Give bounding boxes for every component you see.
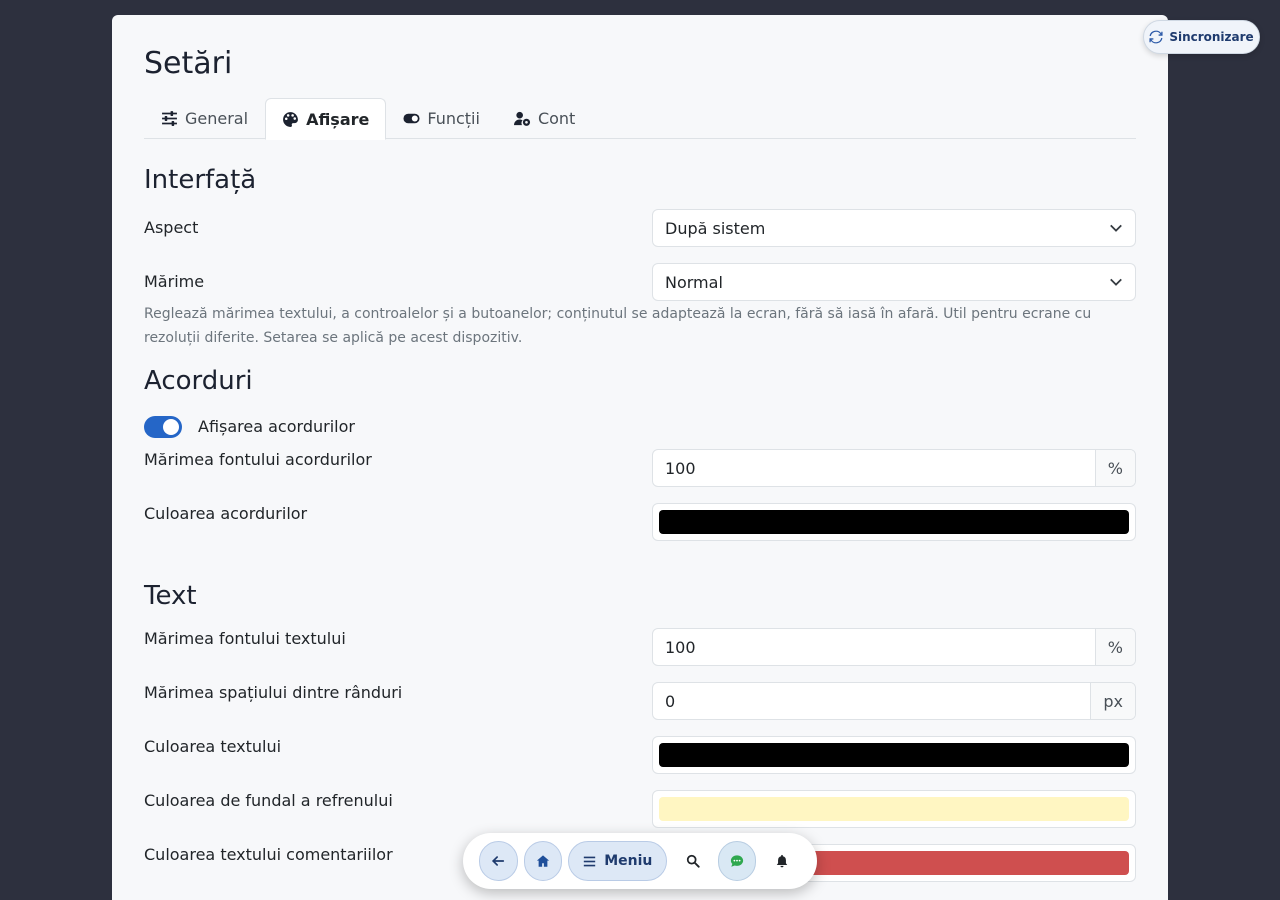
chorus-bg-swatch [659, 797, 1129, 821]
tab-display[interactable]: Afișare [265, 98, 387, 140]
chat-button[interactable] [717, 841, 757, 881]
tab-label: Cont [537, 109, 576, 128]
tab-label: Afișare [306, 109, 370, 129]
menu-button[interactable]: Meniu [568, 841, 668, 881]
toggle-icon [403, 113, 420, 124]
tab-label: Funcții [427, 109, 480, 128]
section-title-text: Text [144, 581, 197, 611]
back-button[interactable] [479, 841, 518, 881]
sync-label: Sincronizare [1169, 30, 1254, 44]
line-spacing-unit: px [1090, 683, 1135, 719]
size-help-text: Reglează mărimea textului, a controalelo… [144, 306, 1092, 346]
aspect-select[interactable]: După sistem [652, 209, 1136, 247]
line-spacing-group: 0 px [652, 682, 1136, 720]
sync-button[interactable]: Sincronizare [1143, 20, 1260, 54]
chorus-bg-label: Culoarea de fundal a refrenului [144, 791, 393, 810]
tab-features[interactable]: Funcții [386, 98, 497, 139]
aspect-select-value: După sistem [665, 218, 766, 238]
chevron-down-icon [1110, 224, 1122, 232]
hamburger-icon [584, 856, 596, 866]
chat-icon [731, 855, 744, 867]
bottom-dock: Meniu [463, 833, 817, 889]
text-color-picker[interactable] [652, 736, 1136, 774]
chords-font-size-unit: % [1094, 450, 1135, 486]
arrow-left-icon [492, 856, 505, 866]
bell-icon [776, 854, 787, 868]
sliders-icon [162, 111, 177, 126]
show-chords-toggle-row: Afișarea acordurilor [144, 416, 1136, 438]
line-spacing-label: Mărimea spațiului dintre rânduri [144, 683, 403, 702]
chords-font-size-input[interactable]: 100 [653, 450, 1095, 486]
comments-color-label: Culoarea textului comentariilor [144, 845, 393, 864]
size-label: Mărime [144, 272, 205, 291]
text-color-label: Culoarea textului [144, 737, 282, 756]
home-icon [536, 855, 550, 867]
chords-font-size-group: 100 % [652, 449, 1136, 487]
text-font-size-group: 100 % [652, 628, 1136, 666]
aspect-label: Aspect [144, 218, 199, 237]
chords-font-size-label: Mărimea fontului acordurilor [144, 450, 372, 469]
chorus-bg-color-picker[interactable] [652, 790, 1136, 828]
text-color-swatch [659, 743, 1129, 767]
chords-color-label: Culoarea acordurilor [144, 504, 308, 523]
menu-label: Meniu [604, 853, 653, 869]
show-chords-label: Afișarea acordurilor [198, 417, 355, 436]
text-font-size-unit: % [1094, 629, 1135, 665]
settings-tabs: General Afișare Funcții Cont [144, 98, 1136, 140]
tab-general[interactable]: General [144, 98, 265, 139]
palette-icon [283, 111, 298, 127]
home-button[interactable] [523, 841, 563, 881]
chords-color-swatch [659, 510, 1129, 534]
section-title-interface: Interfață [144, 165, 257, 195]
text-font-size-input[interactable]: 100 [653, 629, 1095, 665]
size-select-value: Normal [665, 272, 723, 292]
sync-icon [1149, 30, 1163, 44]
text-font-size-label: Mărimea fontului textului [144, 629, 346, 648]
search-button[interactable] [673, 841, 712, 881]
search-icon [686, 854, 700, 868]
chevron-down-icon [1110, 278, 1122, 286]
chords-color-picker[interactable] [652, 503, 1136, 541]
section-title-chords: Acorduri [144, 366, 253, 396]
tab-label: General [185, 109, 249, 128]
line-spacing-input[interactable]: 0 [653, 683, 1090, 719]
size-select[interactable]: Normal [652, 263, 1136, 301]
notifications-button[interactable] [762, 841, 801, 881]
tab-account[interactable]: Cont [497, 98, 592, 139]
page-title: Setări [144, 46, 233, 81]
user-gear-icon [513, 111, 531, 126]
settings-card: Setări General Afișare Funcții Cont Inte… [112, 15, 1168, 900]
show-chords-switch[interactable] [144, 416, 182, 438]
